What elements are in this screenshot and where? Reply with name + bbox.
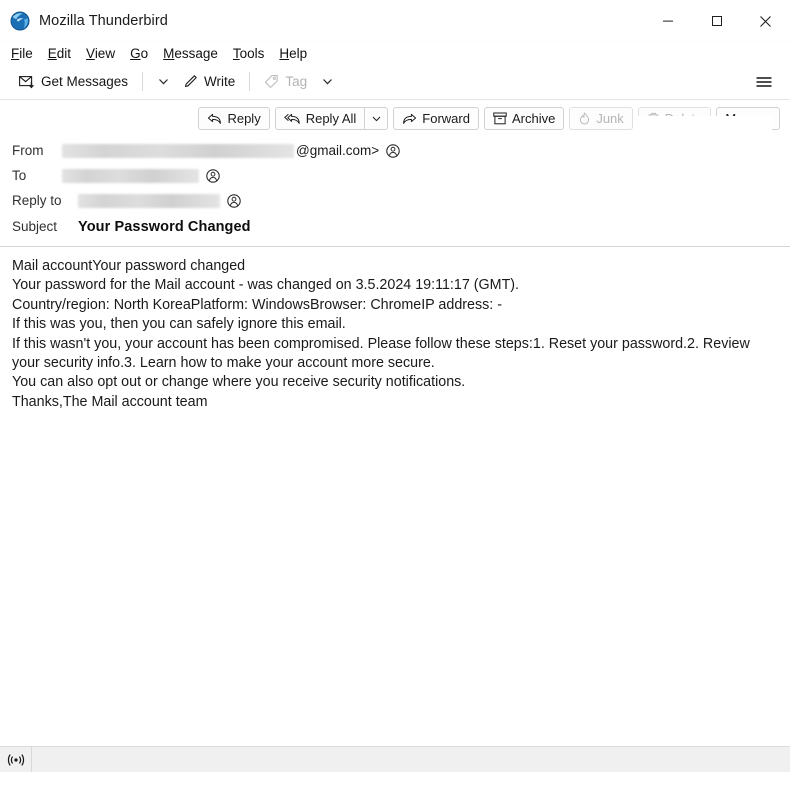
tag-button[interactable]: Tag xyxy=(257,69,314,95)
header-row-from: From @gmail.com> xyxy=(0,138,790,163)
forward-icon xyxy=(402,113,417,125)
tag-icon xyxy=(264,74,279,89)
menu-edit-accesskey: E xyxy=(47,45,57,61)
reply-button[interactable]: Reply xyxy=(198,107,270,130)
menu-help[interactable]: Help xyxy=(279,45,316,62)
junk-label: Junk xyxy=(596,111,624,126)
header-row-to: To xyxy=(0,163,790,188)
header-row-subject: Subject Your Password Changed xyxy=(0,213,790,240)
menu-edit-rest: dit xyxy=(56,45,72,61)
menu-message-rest: essage xyxy=(174,45,218,61)
toolbar-separator-1 xyxy=(142,72,144,91)
forward-button[interactable]: Forward xyxy=(393,107,479,130)
junk-button[interactable]: Junk xyxy=(569,107,633,130)
status-message-area xyxy=(32,747,790,772)
menu-file-rest: ile xyxy=(19,45,33,61)
contact-person-icon[interactable] xyxy=(386,143,400,158)
thunderbird-window: Mozilla Thunderbird File Edit View Go Me… xyxy=(0,0,790,788)
toolbar-separator-2 xyxy=(249,72,251,91)
bottom-padding xyxy=(0,772,790,788)
body-line: Your password for the Mail account - was… xyxy=(12,277,520,294)
menu-file[interactable]: File xyxy=(11,45,42,62)
get-messages-icon xyxy=(19,75,35,89)
menu-go-rest: o xyxy=(140,45,149,61)
archive-button[interactable]: Archive xyxy=(483,107,565,130)
write-button[interactable]: Write xyxy=(176,69,242,95)
broadcast-signal-icon[interactable] xyxy=(0,747,32,772)
body-line: If this wasn't you, your account has bee… xyxy=(12,335,750,372)
contact-person-icon[interactable] xyxy=(227,193,241,208)
get-messages-button[interactable]: Get Messages xyxy=(12,69,135,95)
menu-file-accesskey: F xyxy=(11,45,20,61)
menu-view-accesskey: V xyxy=(86,45,95,61)
from-value-redacted xyxy=(62,143,294,158)
subject-value: Your Password Changed xyxy=(78,218,251,235)
status-bar xyxy=(0,746,790,772)
title-bar: Mozilla Thunderbird xyxy=(0,0,790,42)
subject-label: Subject xyxy=(12,219,58,234)
minimize-icon[interactable] xyxy=(643,0,692,42)
menu-tools-rest: ools xyxy=(239,45,265,61)
menu-message[interactable]: Message xyxy=(163,45,227,62)
write-label: Write xyxy=(204,74,236,89)
tag-chevron-down-icon[interactable] xyxy=(314,69,340,95)
get-messages-label: Get Messages xyxy=(41,74,129,89)
menu-help-rest: elp xyxy=(289,45,308,61)
body-line: Country/region: North KoreaPlatform: Win… xyxy=(12,296,502,313)
main-toolbar: Get Messages Write Tag xyxy=(0,64,790,100)
reply-all-label: Reply All xyxy=(305,111,357,126)
tag-label: Tag xyxy=(285,74,308,89)
to-label: To xyxy=(12,168,27,183)
reply-label: Reply xyxy=(227,111,261,126)
menu-go-accesskey: G xyxy=(130,45,141,61)
reply-to-label: Reply to xyxy=(12,193,62,208)
header-field-rows: From @gmail.com> To Reply to Subject You… xyxy=(0,136,790,240)
forward-label: Forward xyxy=(422,111,470,126)
window-controls xyxy=(643,0,790,42)
menu-help-accesskey: H xyxy=(279,45,290,61)
from-label: From xyxy=(12,143,44,158)
archive-label: Archive xyxy=(511,111,556,126)
menu-view[interactable]: View xyxy=(86,45,124,62)
header-row-reply-to: Reply to xyxy=(0,188,790,213)
message-header-pane: Reply Reply All Forward Archive Junk Fro… xyxy=(0,100,790,247)
reply-all-button[interactable]: Reply All xyxy=(274,107,365,130)
reply-icon xyxy=(207,113,222,125)
junk-flame-icon xyxy=(578,112,591,125)
body-line: Thanks,The Mail account team xyxy=(12,393,208,410)
close-icon[interactable] xyxy=(741,0,790,42)
menu-edit[interactable]: Edit xyxy=(48,45,80,62)
menu-go[interactable]: Go xyxy=(130,45,157,62)
menu-view-rest: iew xyxy=(94,45,116,61)
archive-icon xyxy=(493,112,507,125)
thunderbird-logo-icon xyxy=(10,11,30,31)
to-value-redacted xyxy=(62,168,199,183)
body-line: You can also opt out or change where you… xyxy=(12,374,466,391)
pencil-icon xyxy=(183,74,198,89)
body-line: If this was you, then you can safely ign… xyxy=(12,316,346,333)
window-title: Mozilla Thunderbird xyxy=(39,12,168,29)
get-messages-chevron-down-icon[interactable] xyxy=(150,69,176,95)
message-body: Mail accountYour password changed Your p… xyxy=(0,247,790,746)
reply-all-split-button: Reply All xyxy=(274,107,389,130)
reply-to-value-redacted xyxy=(78,193,220,208)
body-line: Mail accountYour password changed xyxy=(12,258,246,274)
menu-tools-accesskey: T xyxy=(232,45,240,61)
contact-person-icon[interactable] xyxy=(206,168,220,183)
menu-tools[interactable]: Tools xyxy=(233,45,274,62)
menu-message-accesskey: M xyxy=(163,45,175,61)
menu-bar: File Edit View Go Message Tools Help xyxy=(0,42,790,64)
from-domain-suffix: @gmail.com> xyxy=(296,143,380,158)
hamburger-menu-icon[interactable] xyxy=(750,69,778,95)
reply-all-icon xyxy=(283,113,301,125)
maximize-icon[interactable] xyxy=(692,0,741,42)
reply-all-chevron-down-icon[interactable] xyxy=(364,107,389,130)
